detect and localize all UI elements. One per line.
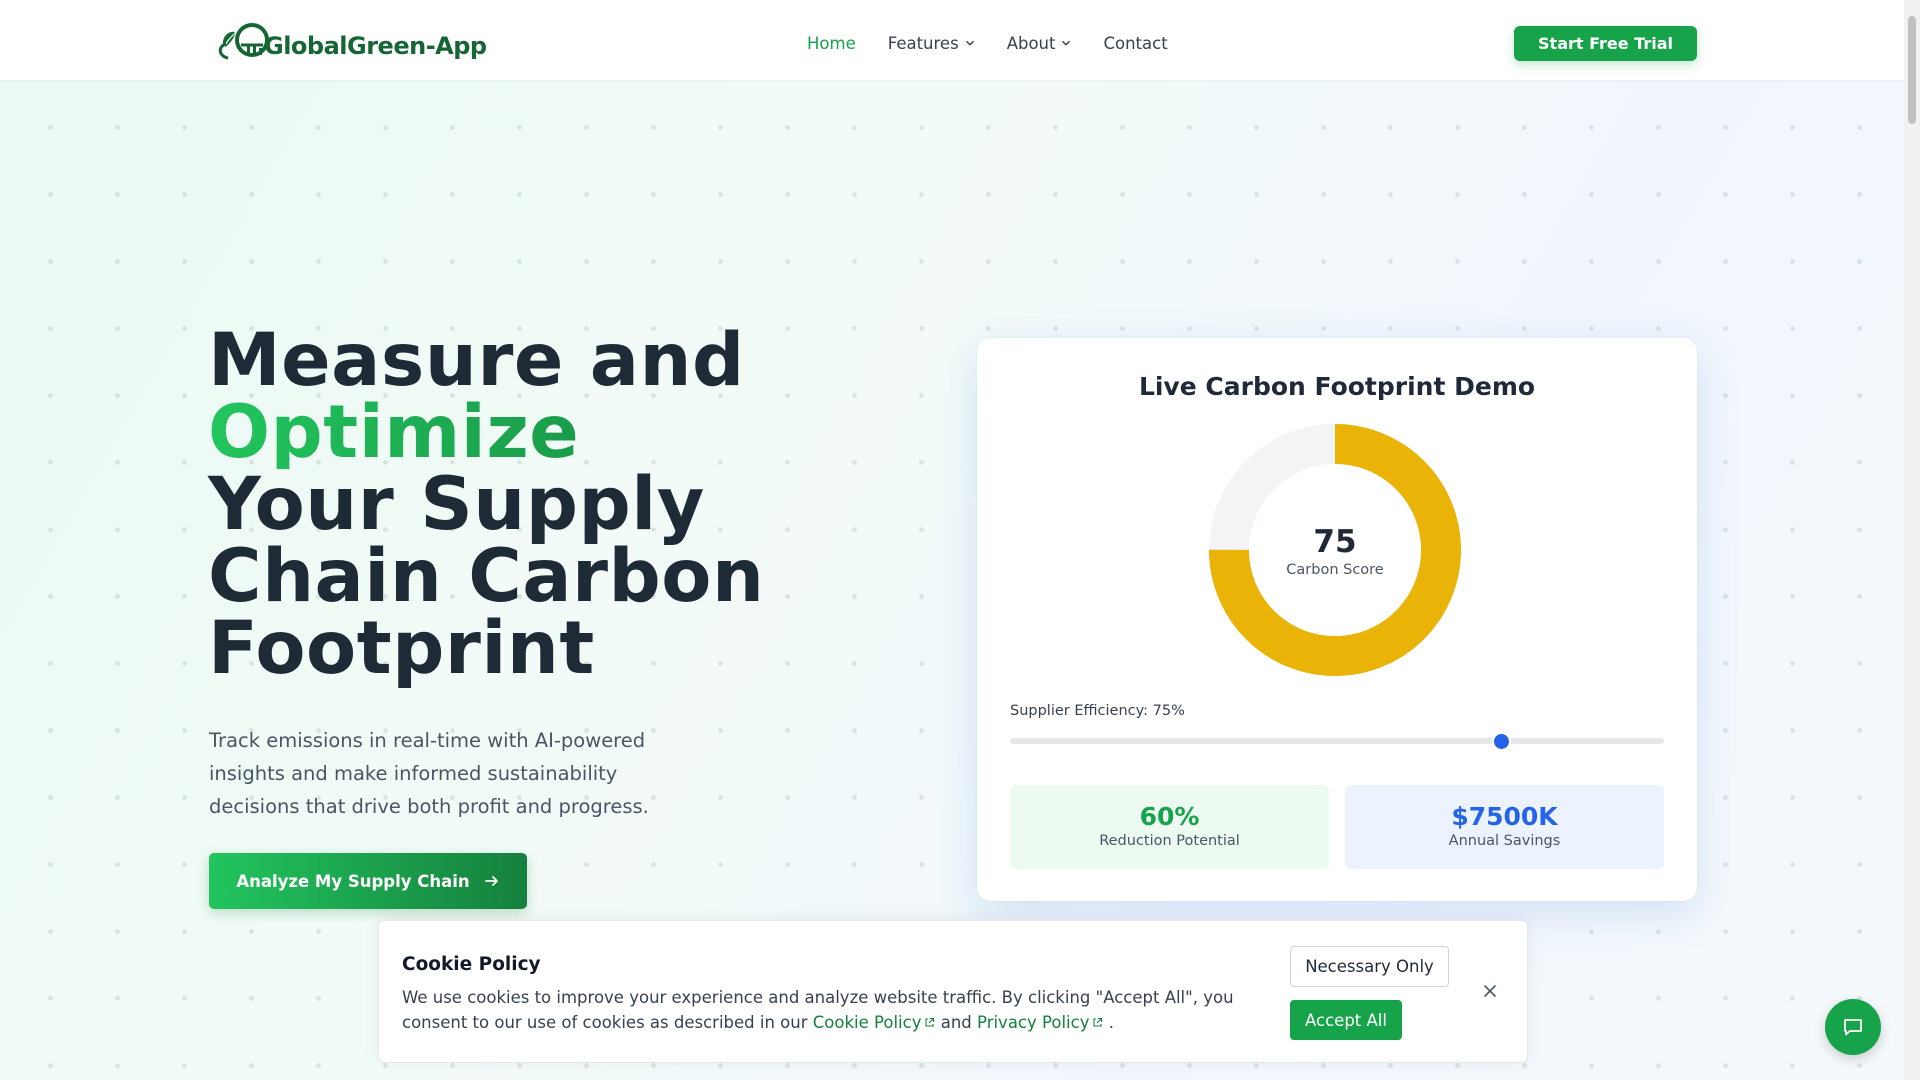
stat-label: Annual Savings bbox=[1448, 833, 1561, 849]
chevron-down-icon bbox=[1062, 40, 1071, 46]
hero-title-accent: Optimize bbox=[208, 396, 828, 469]
carbon-score-label: Carbon Score bbox=[1286, 562, 1384, 578]
nav-contact[interactable]: Contact bbox=[1103, 34, 1167, 53]
stat-value: 60% bbox=[1139, 802, 1200, 831]
cookie-and: and bbox=[940, 1013, 972, 1032]
hero-title: Measure and Optimize Your Supply Chain C… bbox=[208, 318, 828, 691]
analyze-supply-chain-button[interactable]: Analyze My Supply Chain bbox=[209, 853, 527, 909]
cookie-period: . bbox=[1108, 1013, 1114, 1032]
external-link-icon bbox=[1093, 1017, 1103, 1027]
start-free-trial-button[interactable]: Start Free Trial bbox=[1514, 26, 1697, 61]
external-link-icon bbox=[925, 1017, 935, 1027]
hero-title-line: Your Supply bbox=[208, 462, 705, 547]
stat-value: $7500K bbox=[1451, 802, 1558, 831]
top-header: GlobalGreen-App Home Features About Cont… bbox=[0, 0, 1904, 80]
stat-label: Reduction Potential bbox=[1099, 833, 1240, 849]
logo-text: GlobalGreen-App bbox=[264, 32, 487, 60]
main-nav: Home Features About Contact bbox=[807, 0, 1168, 86]
nav-about-label: About bbox=[1006, 33, 1056, 53]
hero-title-line: Chain Carbon bbox=[208, 534, 765, 619]
score-center: 75 Carbon Score bbox=[1209, 524, 1461, 578]
chat-button[interactable] bbox=[1825, 999, 1881, 1055]
hero-title-line: Measure and bbox=[208, 318, 745, 403]
necessary-only-button[interactable]: Necessary Only bbox=[1290, 946, 1449, 987]
scrollbar-thumb[interactable] bbox=[1908, 16, 1916, 124]
demo-card-title: Live Carbon Footprint Demo bbox=[1138, 372, 1536, 401]
accept-all-button[interactable]: Accept All bbox=[1290, 1000, 1402, 1040]
nav-home[interactable]: Home bbox=[807, 34, 856, 53]
nav-home-label: Home bbox=[807, 33, 856, 53]
privacy-policy-link[interactable]: Privacy Policy bbox=[977, 1013, 1103, 1032]
page-scrollbar[interactable] bbox=[1904, 0, 1920, 1080]
nav-features[interactable]: Features bbox=[888, 34, 975, 53]
analyze-button-label: Analyze My Supply Chain bbox=[236, 871, 470, 891]
leaf-logo-icon bbox=[218, 23, 269, 60]
hero-title-line: Footprint bbox=[208, 606, 595, 691]
reduction-potential-stat: 60% Reduction Potential bbox=[1010, 785, 1329, 869]
carbon-score-value: 75 bbox=[1313, 524, 1357, 560]
privacy-policy-link-label: Privacy Policy bbox=[977, 1013, 1090, 1032]
close-icon[interactable] bbox=[1481, 982, 1499, 1000]
carbon-demo-card: Live Carbon Footprint Demo 75 Carbon Sco… bbox=[977, 338, 1697, 901]
nav-contact-label: Contact bbox=[1103, 33, 1168, 53]
slider-thumb[interactable] bbox=[1493, 734, 1509, 749]
supplier-efficiency-slider[interactable] bbox=[1010, 734, 1664, 749]
nav-features-label: Features bbox=[887, 33, 959, 53]
arrow-right-icon bbox=[484, 876, 498, 886]
chat-bubble-icon bbox=[1844, 1019, 1862, 1036]
supplier-efficiency-label: Supplier Efficiency: 75% bbox=[1010, 703, 1185, 719]
logo[interactable]: GlobalGreen-App bbox=[214, 18, 487, 66]
chevron-down-icon bbox=[965, 40, 974, 46]
cookie-banner: Cookie Policy We use cookies to improve … bbox=[378, 920, 1528, 1063]
nav-about[interactable]: About bbox=[1007, 34, 1072, 53]
annual-savings-stat: $7500K Annual Savings bbox=[1345, 785, 1664, 869]
cookie-title: Cookie Policy bbox=[402, 954, 541, 975]
cookie-policy-link[interactable]: Cookie Policy bbox=[813, 1013, 936, 1032]
page: GlobalGreen-App Home Features About Cont… bbox=[0, 0, 1904, 1080]
hero-subtitle: Track emissions in real-time with AI-pow… bbox=[209, 729, 649, 818]
cookie-policy-link-label: Cookie Policy bbox=[812, 1013, 922, 1032]
cookie-text: We use cookies to improve your experienc… bbox=[402, 985, 1252, 1035]
